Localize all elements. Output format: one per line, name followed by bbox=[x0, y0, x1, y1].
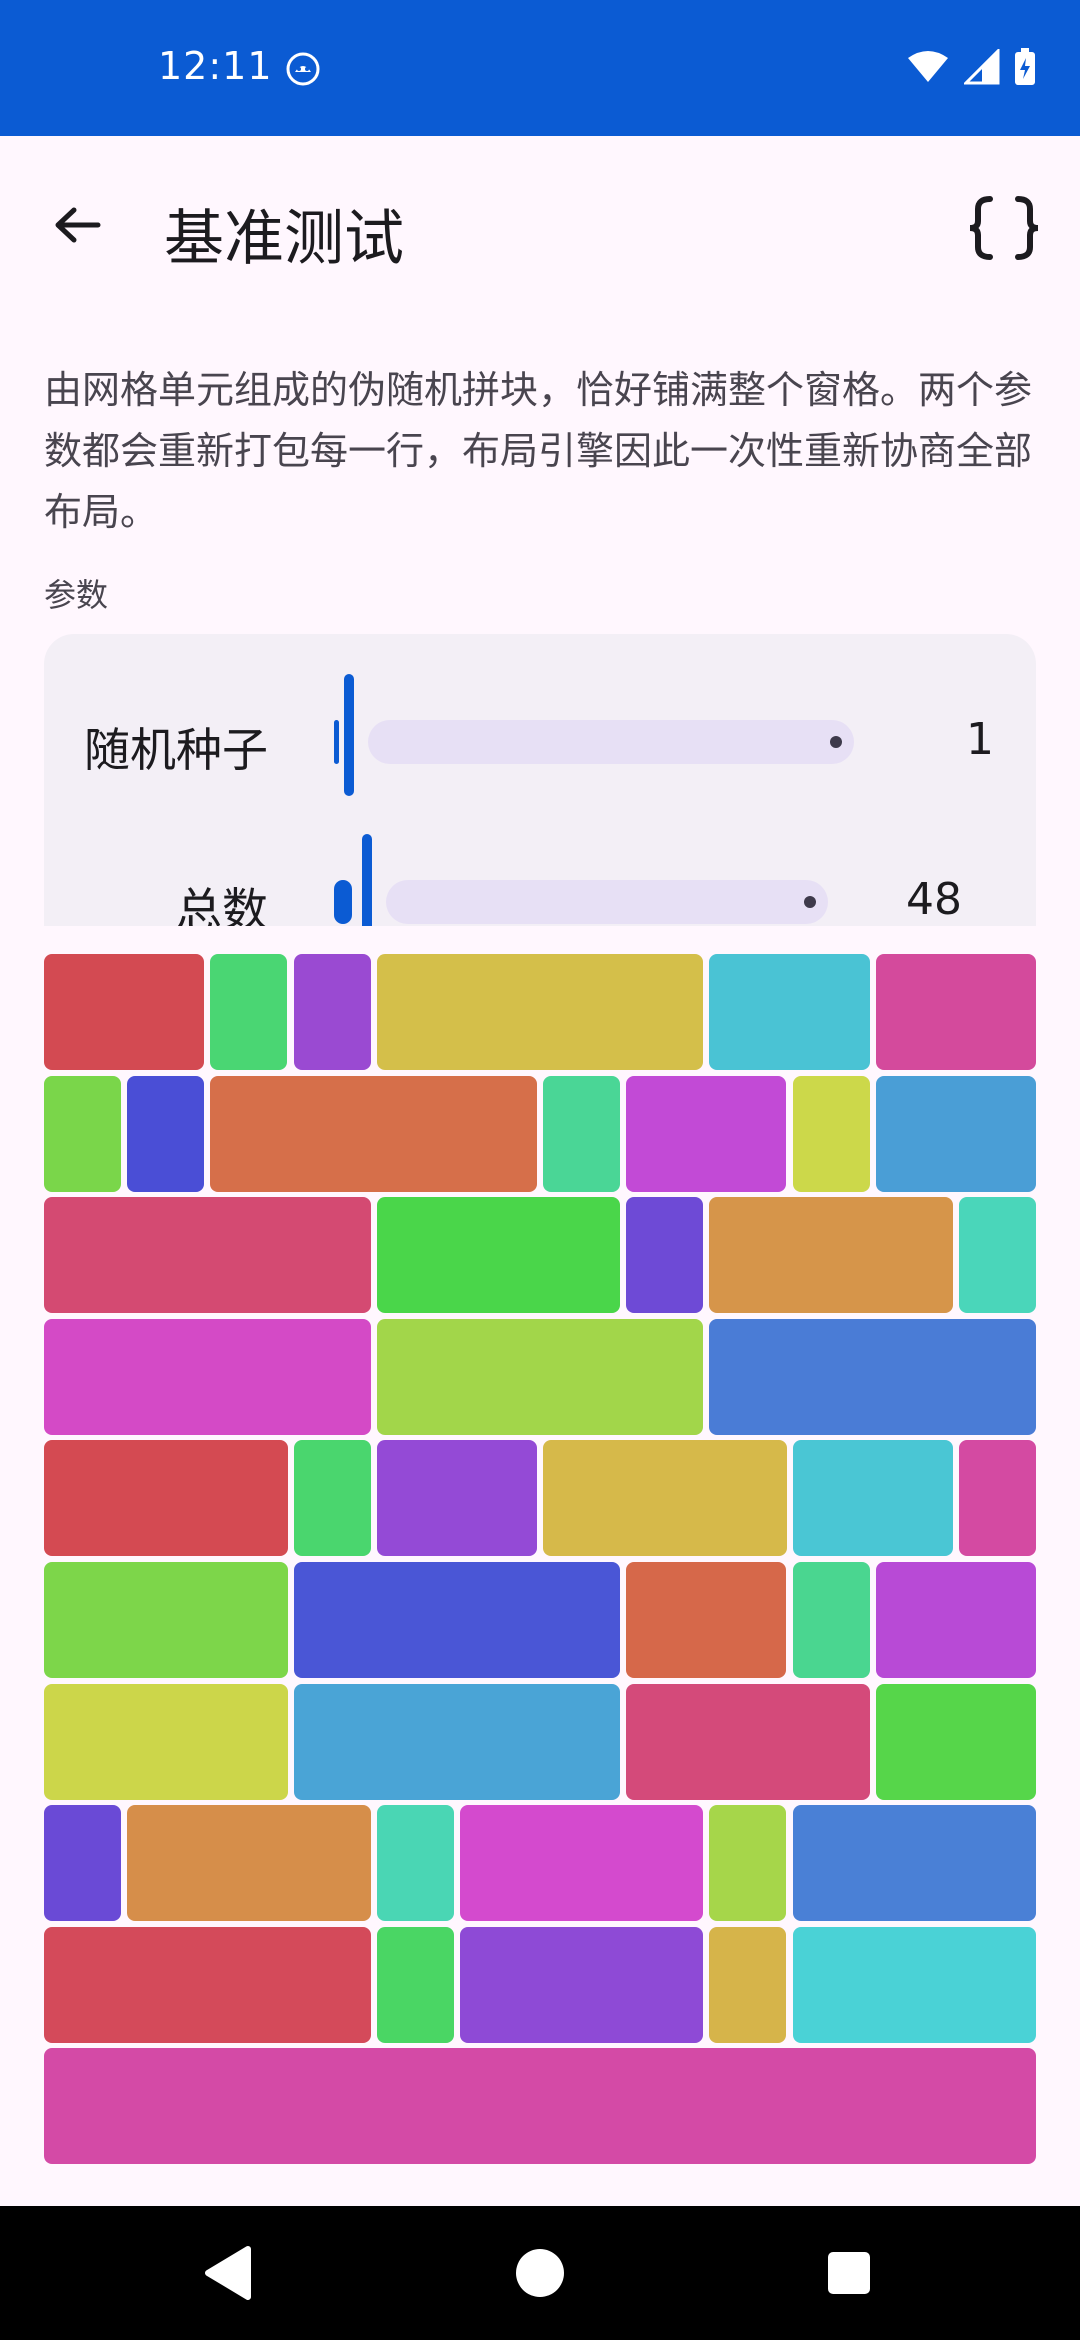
tile-r1-5 bbox=[709, 954, 870, 1070]
tile-r5-2 bbox=[293, 1440, 371, 1557]
tile-r5-5 bbox=[792, 1440, 953, 1557]
params-card: 随机种子 1 总数 48 bbox=[44, 634, 1036, 926]
tile-r10-1 bbox=[44, 2048, 1036, 2164]
count-slider-thumb[interactable] bbox=[362, 834, 372, 926]
tile-r7-2 bbox=[293, 1683, 621, 1800]
count-slider[interactable] bbox=[334, 834, 894, 926]
benchmark-description: 由网格单元组成的伪随机拼块，恰好铺满整个窗格。两个参数都会重新打包每一行，布局引… bbox=[44, 368, 1033, 534]
tile-r8-1 bbox=[44, 1805, 122, 1922]
count-label: 总数 bbox=[176, 883, 268, 926]
tile-r8-2 bbox=[127, 1805, 371, 1922]
seed-slider-thumb[interactable] bbox=[344, 674, 354, 796]
back-button[interactable] bbox=[42, 190, 112, 260]
page-title: 基准测试 bbox=[164, 204, 404, 274]
tile-r1-1 bbox=[44, 954, 205, 1070]
battery-charging-icon bbox=[1014, 48, 1036, 90]
tile-r4-3 bbox=[709, 1318, 1036, 1435]
tile-r2-1 bbox=[44, 1075, 122, 1192]
top-app-bar: 基准测试 bbox=[0, 136, 1080, 312]
tile-r2-4 bbox=[543, 1075, 621, 1192]
tile-r4-2 bbox=[376, 1318, 704, 1435]
nav-home-icon bbox=[516, 2249, 564, 2297]
signal-icon bbox=[962, 47, 1000, 89]
tile-r9-5 bbox=[792, 1926, 1036, 2043]
tile-r9-3 bbox=[459, 1926, 704, 2043]
nav-recents-button[interactable] bbox=[816, 2240, 882, 2306]
code-braces-icon bbox=[969, 196, 1039, 260]
tile-r8-3 bbox=[376, 1805, 454, 1922]
tile-r3-2 bbox=[376, 1197, 621, 1314]
tile-r3-3 bbox=[626, 1197, 704, 1314]
params-section-label: 参数 bbox=[44, 576, 109, 614]
status-time: 12:11 bbox=[158, 44, 273, 88]
system-nav-bar bbox=[0, 2206, 1080, 2340]
nav-back-button[interactable] bbox=[194, 2240, 260, 2306]
code-view-button[interactable] bbox=[962, 186, 1046, 270]
tile-r8-5 bbox=[709, 1805, 787, 1922]
tile-r1-6 bbox=[875, 954, 1036, 1070]
tile-r5-6 bbox=[958, 1440, 1036, 1557]
status-bar: 12:11 bbox=[0, 0, 1080, 136]
tile-r6-1 bbox=[44, 1562, 288, 1678]
tile-r3-5 bbox=[958, 1197, 1036, 1314]
tile-r7-4 bbox=[875, 1683, 1036, 1800]
app-notification-icon bbox=[286, 52, 320, 86]
tile-r6-2 bbox=[293, 1562, 621, 1678]
nav-home-button[interactable] bbox=[507, 2240, 573, 2306]
tile-r1-4 bbox=[376, 954, 704, 1070]
tile-r5-4 bbox=[543, 1440, 787, 1557]
tile-r3-4 bbox=[709, 1197, 953, 1314]
tile-r7-3 bbox=[626, 1683, 870, 1800]
arrow-back-icon bbox=[55, 207, 101, 243]
nav-back-icon bbox=[205, 2246, 251, 2300]
tile-grid bbox=[44, 954, 1036, 2164]
tile-r8-4 bbox=[459, 1805, 704, 1922]
nav-recents-icon bbox=[828, 2252, 870, 2294]
tile-r8-6 bbox=[792, 1805, 1036, 1922]
tile-r1-2 bbox=[210, 954, 288, 1070]
wifi-icon bbox=[906, 50, 950, 88]
tile-r9-1 bbox=[44, 1926, 371, 2043]
tile-r6-3 bbox=[626, 1562, 787, 1678]
tile-r6-4 bbox=[792, 1562, 870, 1678]
tile-r1-3 bbox=[293, 954, 371, 1070]
tile-r4-1 bbox=[44, 1318, 371, 1435]
seed-label: 随机种子 bbox=[84, 723, 268, 777]
count-value: 48 bbox=[906, 874, 962, 925]
tile-r3-1 bbox=[44, 1197, 371, 1314]
tile-r2-3 bbox=[210, 1075, 537, 1192]
tile-r9-2 bbox=[376, 1926, 454, 2043]
tile-r2-2 bbox=[127, 1075, 205, 1192]
tile-r2-7 bbox=[875, 1075, 1036, 1192]
tile-r2-6 bbox=[792, 1075, 870, 1192]
tile-r9-4 bbox=[709, 1926, 787, 2043]
tile-r2-5 bbox=[626, 1075, 787, 1192]
tile-r5-1 bbox=[44, 1440, 288, 1557]
seed-value: 1 bbox=[966, 714, 994, 765]
tile-r5-3 bbox=[376, 1440, 537, 1557]
tile-r7-1 bbox=[44, 1683, 288, 1800]
seed-slider[interactable] bbox=[334, 674, 914, 796]
tile-r6-5 bbox=[875, 1562, 1036, 1678]
